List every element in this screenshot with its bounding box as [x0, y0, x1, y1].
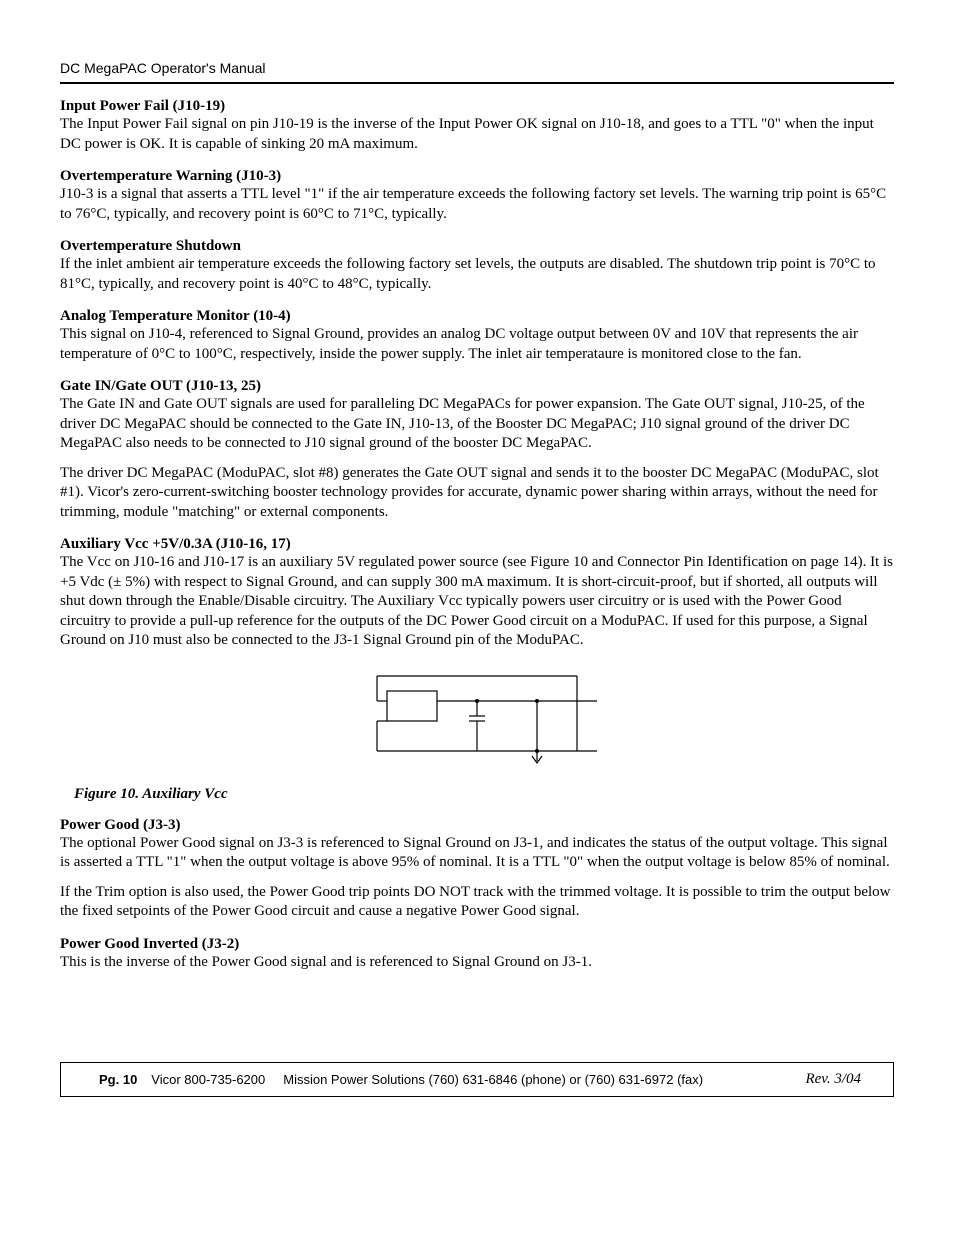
- body-input-power-fail: The Input Power Fail signal on pin J10-1…: [60, 115, 894, 154]
- manual-title: DC MegaPAC Operator's Manual: [60, 60, 894, 76]
- footer-vicor: Vicor 800-735-6200: [151, 1072, 265, 1087]
- heading-overtemp-warning: Overtemperature Warning (J10-3): [60, 168, 894, 185]
- heading-aux-vcc: Auxiliary Vcc +5V/0.3A (J10-16, 17): [60, 536, 894, 553]
- heading-power-good: Power Good (J3-3): [60, 817, 894, 834]
- heading-overtemp-shutdown: Overtemperature Shutdown: [60, 238, 894, 255]
- page-number: Pg. 10: [99, 1072, 137, 1087]
- body-gate-in-out-2: The driver DC MegaPAC (ModuPAC, slot #8)…: [60, 464, 894, 523]
- body-overtemp-warning: J10-3 is a signal that asserts a TTL lev…: [60, 185, 894, 224]
- footer-mission: Mission Power Solutions (760) 631-6846 (…: [283, 1072, 805, 1087]
- figure-aux-vcc: [60, 671, 894, 776]
- circuit-diagram-icon: [347, 671, 607, 771]
- body-power-good-2: If the Trim option is also used, the Pow…: [60, 883, 894, 922]
- heading-analog-temp-monitor: Analog Temperature Monitor (10-4): [60, 308, 894, 325]
- figure-caption: Figure 10. Auxiliary Vcc: [74, 786, 894, 803]
- body-aux-vcc: The Vcc on J10-16 and J10-17 is an auxil…: [60, 553, 894, 651]
- header-rule: [60, 82, 894, 84]
- body-power-good-inverted: This is the inverse of the Power Good si…: [60, 953, 894, 973]
- footer-revision: Rev. 3/04: [805, 1071, 861, 1088]
- body-analog-temp-monitor: This signal on J10-4, referenced to Sign…: [60, 325, 894, 364]
- heading-input-power-fail: Input Power Fail (J10-19): [60, 98, 894, 115]
- body-overtemp-shutdown: If the inlet ambient air temperature exc…: [60, 255, 894, 294]
- heading-gate-in-out: Gate IN/Gate OUT (J10-13, 25): [60, 378, 894, 395]
- heading-power-good-inverted: Power Good Inverted (J3-2): [60, 936, 894, 953]
- body-power-good-1: The optional Power Good signal on J3-3 i…: [60, 834, 894, 873]
- body-gate-in-out-1: The Gate IN and Gate OUT signals are use…: [60, 395, 894, 454]
- footer: Pg. 10 Vicor 800-735-6200 Mission Power …: [60, 1062, 894, 1097]
